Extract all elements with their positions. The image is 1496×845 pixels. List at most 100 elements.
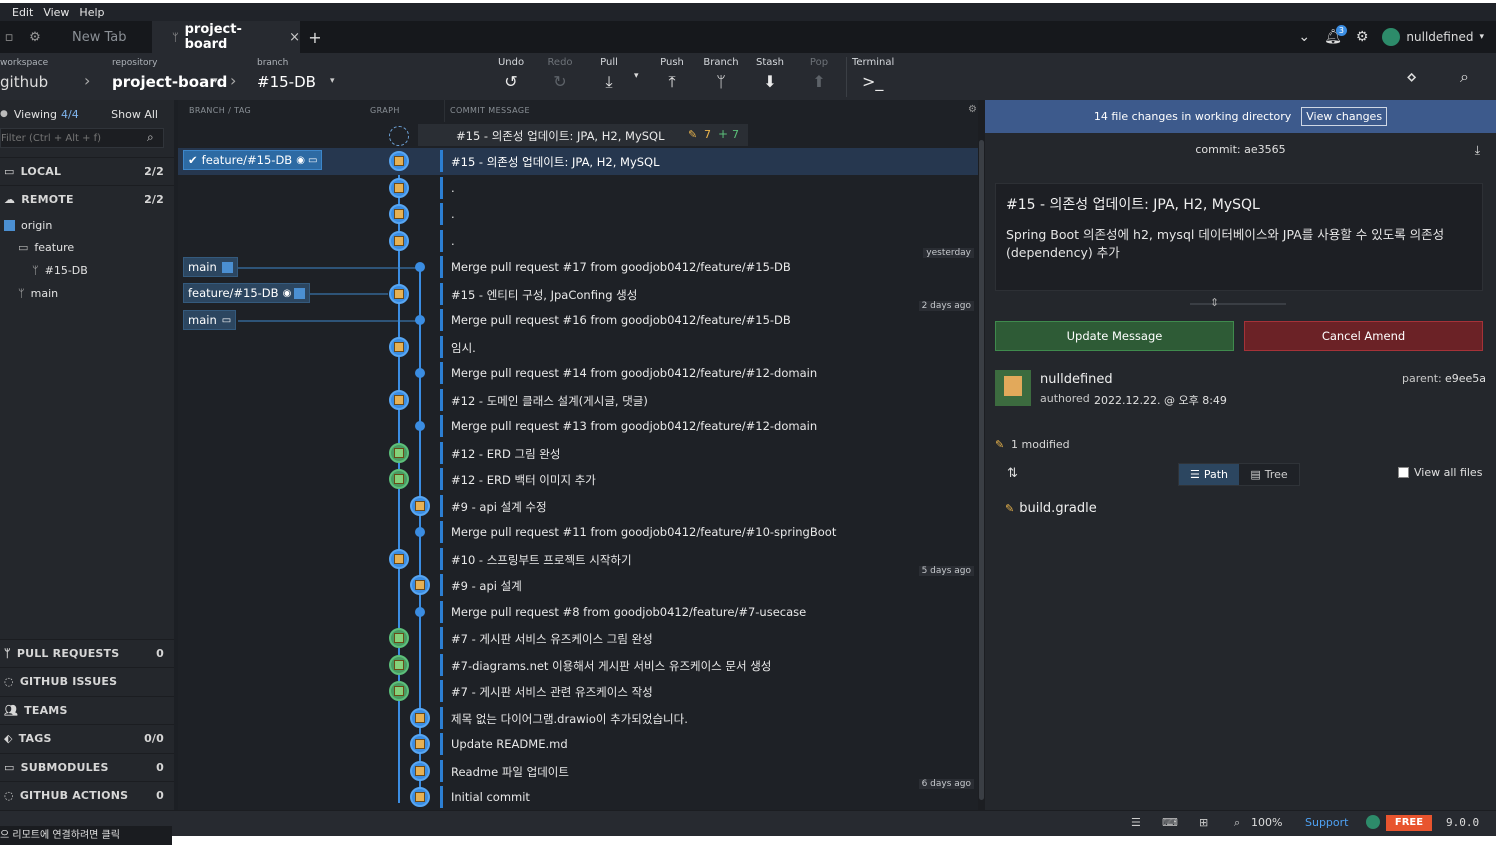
close-tab-icon[interactable]: ×	[289, 30, 300, 45]
branch-tag-column-header[interactable]: BRANCH / TAG	[189, 106, 251, 115]
branch-value[interactable]: #15-DB	[257, 73, 316, 91]
commit-author-avatar[interactable]	[389, 389, 409, 410]
gear-tab-icon[interactable]: ⚙	[18, 21, 52, 53]
pop-button[interactable]: Pop ⬆	[797, 57, 841, 90]
merge-commit-node[interactable]	[415, 262, 425, 272]
redo-button[interactable]: Redo ↻	[538, 57, 582, 90]
commit-author-avatar[interactable]	[389, 442, 409, 463]
commit-author-avatar[interactable]	[389, 151, 409, 171]
file-item-build-gradle[interactable]: ✎ build.gradle	[995, 496, 1483, 520]
menu-edit[interactable]: Edit	[12, 6, 33, 19]
terminal-button[interactable]: Terminal >_	[852, 57, 902, 90]
download-icon[interactable]: ⤓	[1475, 133, 1480, 167]
commit-row[interactable]: #7 - 게시판 서비스 관련 유즈케이스 작성	[178, 678, 978, 705]
add-tab-button[interactable]: +	[300, 21, 330, 53]
pull-requests-section[interactable]: ᛘ PULL REQUESTS 0	[0, 639, 174, 667]
commit-row[interactable]: #7 - 게시판 서비스 유즈케이스 그림 완성	[178, 625, 978, 652]
menu-view[interactable]: View	[43, 6, 69, 19]
commit-author-avatar[interactable]	[389, 548, 409, 569]
commit-sha[interactable]: ae3565	[1244, 143, 1286, 156]
workspace-value[interactable]: github	[0, 73, 48, 91]
commit-row[interactable]: Merge pull request #13 from goodjob0412/…	[178, 413, 978, 440]
commit-author-avatar[interactable]	[410, 575, 430, 595]
commit-row[interactable]: .	[178, 175, 978, 202]
keyboard-icon[interactable]: ⌨	[1162, 816, 1178, 829]
tab-new[interactable]: New Tab	[52, 21, 148, 53]
commit-author-avatar[interactable]	[389, 230, 409, 251]
commit-row[interactable]: Update README.md	[178, 731, 978, 758]
view-changes-button[interactable]: View changes	[1301, 107, 1388, 126]
remote-origin[interactable]: origin	[0, 216, 174, 234]
commit-author-avatar[interactable]	[389, 204, 409, 224]
ref-local-feature-15-db[interactable]: ✔ feature/#15-DB ◉ ▭	[183, 150, 323, 170]
commit-row[interactable]: #9 - api 설계	[178, 572, 978, 599]
view-all-files-checkbox[interactable]	[1398, 467, 1409, 478]
commit-row[interactable]: .	[178, 228, 978, 255]
commit-row[interactable]: #12 - ERD 백터 이미지 추가	[178, 466, 978, 493]
commit-row[interactable]: Merge pull request #17 from goodjob0412/…	[178, 254, 978, 281]
resize-handle[interactable]	[1190, 303, 1286, 305]
wip-row[interactable]: #15 - 의존성 업데이트: JPA, H2, MySQL ✎ 7 + 7	[178, 122, 978, 149]
graph-scrollbar-thumb[interactable]	[979, 140, 984, 800]
merge-commit-node[interactable]	[415, 315, 425, 325]
path-view-button[interactable]: ☰ Path	[1179, 464, 1239, 485]
bell-icon[interactable]: 🔔︎ 3	[1324, 25, 1347, 45]
commit-row[interactable]: 제목 없는 다이어그램.drawio이 추가되었습니다.	[178, 705, 978, 732]
free-badge[interactable]: FREE	[1386, 815, 1432, 831]
repository-value[interactable]: project-board	[112, 73, 227, 91]
remote-folder-feature[interactable]: ▭ feature	[0, 238, 174, 256]
commit-author-avatar[interactable]	[410, 707, 430, 728]
remote-section[interactable]: ☁ REMOTE 2/2	[0, 185, 174, 213]
parent-sha[interactable]: e9ee5a	[1445, 372, 1486, 385]
commit-description-input[interactable]: Spring Boot 의존성에 h2, mysql 데이터베이스와 JPA를 …	[1006, 226, 1472, 262]
merge-commit-node[interactable]	[415, 368, 425, 378]
commit-summary-input[interactable]: #15 - 의존성 업데이트: JPA, H2, MySQL	[1006, 194, 1472, 214]
undo-button[interactable]: Undo ↺	[489, 57, 533, 90]
commit-author-avatar[interactable]	[410, 760, 430, 781]
show-all-button[interactable]: Show All	[111, 108, 158, 121]
commit-row[interactable]: Initial commit	[178, 784, 978, 811]
cancel-amend-button[interactable]: Cancel Amend	[1244, 321, 1483, 351]
tab-project-board[interactable]: ᛘ project-board ×	[152, 21, 300, 53]
home-tab-icon[interactable]: ▫	[0, 21, 18, 53]
menu-help[interactable]: Help	[79, 6, 104, 19]
submodules-section[interactable]: ▭ SUBMODULES 0	[0, 753, 174, 781]
tree-view-button[interactable]: ▤ Tree	[1239, 464, 1299, 485]
commit-author-avatar[interactable]	[389, 681, 409, 701]
local-section[interactable]: ▭ LOCAL 2/2	[0, 157, 174, 185]
commit-author-avatar[interactable]	[389, 654, 409, 675]
update-message-button[interactable]: Update Message	[995, 321, 1234, 351]
commit-row[interactable]: 임시.	[178, 334, 978, 361]
remote-branch-15-db[interactable]: ᛘ #15-DB	[0, 261, 174, 279]
gear-icon[interactable]: ⚙	[1356, 29, 1369, 45]
user-menu[interactable]: nulldefined ▾	[1382, 28, 1484, 46]
branch-button[interactable]: Branch ᛘ	[699, 57, 743, 90]
ref-remote-feature-15-db[interactable]: feature/#15-DB ◉	[183, 283, 311, 303]
ref-remote-main[interactable]: main	[183, 257, 238, 277]
commit-author-avatar[interactable]	[410, 495, 430, 516]
commit-author-avatar[interactable]	[410, 734, 430, 754]
commit-row[interactable]: Merge pull request #16 from goodjob0412/…	[178, 307, 978, 334]
commit-row[interactable]: Merge pull request #11 from goodjob0412/…	[178, 519, 978, 546]
commit-row[interactable]: #12 - ERD 그림 완성	[178, 440, 978, 467]
caret-down-icon[interactable]: ▾	[330, 76, 335, 86]
graph-column-header[interactable]: GRAPH	[370, 106, 400, 115]
zoom-level[interactable]: 100%	[1251, 816, 1282, 829]
teams-section[interactable]: 👥︎ TEAMS	[0, 696, 174, 724]
gift-icon[interactable]: ⊞	[1199, 816, 1208, 829]
commit-row[interactable]: Merge pull request #8 from goodjob0412/f…	[178, 599, 978, 626]
merge-commit-node[interactable]	[415, 421, 425, 431]
commit-author-avatar[interactable]	[389, 628, 409, 648]
stash-button[interactable]: Stash ⬇	[748, 57, 792, 90]
commit-author-avatar[interactable]	[389, 469, 409, 489]
support-link[interactable]: Support	[1305, 816, 1348, 829]
commit-author-avatar[interactable]	[389, 336, 409, 357]
pull-options-caret-icon[interactable]: ▾	[634, 71, 639, 81]
graph-scrollbar[interactable]	[978, 100, 985, 810]
tags-section[interactable]: ⬖ TAGS 0/0	[0, 724, 174, 752]
pull-button[interactable]: Pull ⤓	[587, 57, 631, 90]
layout-icon[interactable]: ⋄	[1406, 67, 1417, 88]
ref-local-main[interactable]: main ▭	[183, 310, 237, 330]
commit-message-column-header[interactable]: COMMIT MESSAGE	[450, 106, 530, 115]
github-actions-section[interactable]: ◌ GITHUB ACTIONS 0	[0, 781, 174, 809]
